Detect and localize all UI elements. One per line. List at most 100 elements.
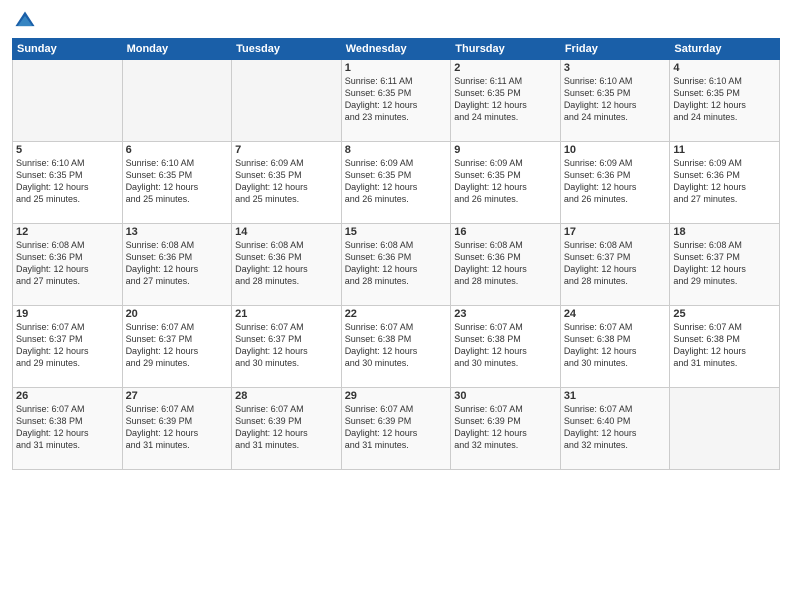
day-info: Sunrise: 6:09 AMSunset: 6:36 PMDaylight:… <box>673 157 776 206</box>
day-cell: 29Sunrise: 6:07 AMSunset: 6:39 PMDayligh… <box>341 388 451 470</box>
week-row-4: 19Sunrise: 6:07 AMSunset: 6:37 PMDayligh… <box>13 306 780 388</box>
day-cell: 26Sunrise: 6:07 AMSunset: 6:38 PMDayligh… <box>13 388 123 470</box>
day-cell: 31Sunrise: 6:07 AMSunset: 6:40 PMDayligh… <box>560 388 670 470</box>
day-number: 10 <box>564 144 667 156</box>
logo-icon <box>14 10 36 32</box>
day-number: 14 <box>235 226 338 238</box>
day-number: 17 <box>564 226 667 238</box>
day-cell: 24Sunrise: 6:07 AMSunset: 6:38 PMDayligh… <box>560 306 670 388</box>
day-cell: 25Sunrise: 6:07 AMSunset: 6:38 PMDayligh… <box>670 306 780 388</box>
day-cell: 19Sunrise: 6:07 AMSunset: 6:37 PMDayligh… <box>13 306 123 388</box>
day-info: Sunrise: 6:09 AMSunset: 6:35 PMDaylight:… <box>454 157 557 206</box>
day-cell: 8Sunrise: 6:09 AMSunset: 6:35 PMDaylight… <box>341 142 451 224</box>
calendar-table: SundayMondayTuesdayWednesdayThursdayFrid… <box>12 38 780 470</box>
week-row-2: 5Sunrise: 6:10 AMSunset: 6:35 PMDaylight… <box>13 142 780 224</box>
day-number: 22 <box>345 308 448 320</box>
day-header-saturday: Saturday <box>670 39 780 60</box>
calendar-page: SundayMondayTuesdayWednesdayThursdayFrid… <box>0 0 792 612</box>
day-cell: 28Sunrise: 6:07 AMSunset: 6:39 PMDayligh… <box>232 388 342 470</box>
day-info: Sunrise: 6:08 AMSunset: 6:36 PMDaylight:… <box>126 239 229 288</box>
calendar-header-row: SundayMondayTuesdayWednesdayThursdayFrid… <box>13 39 780 60</box>
day-number: 20 <box>126 308 229 320</box>
day-info: Sunrise: 6:07 AMSunset: 6:39 PMDaylight:… <box>454 403 557 452</box>
day-info: Sunrise: 6:08 AMSunset: 6:36 PMDaylight:… <box>16 239 119 288</box>
day-info: Sunrise: 6:07 AMSunset: 6:39 PMDaylight:… <box>126 403 229 452</box>
day-cell: 9Sunrise: 6:09 AMSunset: 6:35 PMDaylight… <box>451 142 561 224</box>
day-cell: 15Sunrise: 6:08 AMSunset: 6:36 PMDayligh… <box>341 224 451 306</box>
day-number: 19 <box>16 308 119 320</box>
day-info: Sunrise: 6:07 AMSunset: 6:40 PMDaylight:… <box>564 403 667 452</box>
day-number: 4 <box>673 62 776 74</box>
day-number: 31 <box>564 390 667 402</box>
day-number: 15 <box>345 226 448 238</box>
day-info: Sunrise: 6:08 AMSunset: 6:36 PMDaylight:… <box>454 239 557 288</box>
day-info: Sunrise: 6:08 AMSunset: 6:36 PMDaylight:… <box>345 239 448 288</box>
day-info: Sunrise: 6:08 AMSunset: 6:37 PMDaylight:… <box>564 239 667 288</box>
day-header-tuesday: Tuesday <box>232 39 342 60</box>
day-cell: 4Sunrise: 6:10 AMSunset: 6:35 PMDaylight… <box>670 60 780 142</box>
day-header-sunday: Sunday <box>13 39 123 60</box>
day-info: Sunrise: 6:07 AMSunset: 6:39 PMDaylight:… <box>345 403 448 452</box>
day-info: Sunrise: 6:07 AMSunset: 6:38 PMDaylight:… <box>564 321 667 370</box>
week-row-1: 1Sunrise: 6:11 AMSunset: 6:35 PMDaylight… <box>13 60 780 142</box>
day-number: 25 <box>673 308 776 320</box>
day-number: 8 <box>345 144 448 156</box>
day-number: 9 <box>454 144 557 156</box>
day-number: 1 <box>345 62 448 74</box>
day-number: 13 <box>126 226 229 238</box>
header <box>12 10 780 32</box>
day-number: 30 <box>454 390 557 402</box>
day-cell: 18Sunrise: 6:08 AMSunset: 6:37 PMDayligh… <box>670 224 780 306</box>
day-info: Sunrise: 6:10 AMSunset: 6:35 PMDaylight:… <box>16 157 119 206</box>
day-cell: 13Sunrise: 6:08 AMSunset: 6:36 PMDayligh… <box>122 224 232 306</box>
day-info: Sunrise: 6:07 AMSunset: 6:38 PMDaylight:… <box>345 321 448 370</box>
day-number: 11 <box>673 144 776 156</box>
week-row-5: 26Sunrise: 6:07 AMSunset: 6:38 PMDayligh… <box>13 388 780 470</box>
day-cell: 7Sunrise: 6:09 AMSunset: 6:35 PMDaylight… <box>232 142 342 224</box>
day-cell: 17Sunrise: 6:08 AMSunset: 6:37 PMDayligh… <box>560 224 670 306</box>
day-info: Sunrise: 6:11 AMSunset: 6:35 PMDaylight:… <box>454 75 557 124</box>
day-cell: 12Sunrise: 6:08 AMSunset: 6:36 PMDayligh… <box>13 224 123 306</box>
day-info: Sunrise: 6:09 AMSunset: 6:36 PMDaylight:… <box>564 157 667 206</box>
day-number: 16 <box>454 226 557 238</box>
day-info: Sunrise: 6:07 AMSunset: 6:37 PMDaylight:… <box>16 321 119 370</box>
day-number: 12 <box>16 226 119 238</box>
day-header-monday: Monday <box>122 39 232 60</box>
day-info: Sunrise: 6:08 AMSunset: 6:37 PMDaylight:… <box>673 239 776 288</box>
day-cell <box>232 60 342 142</box>
day-cell: 10Sunrise: 6:09 AMSunset: 6:36 PMDayligh… <box>560 142 670 224</box>
week-row-3: 12Sunrise: 6:08 AMSunset: 6:36 PMDayligh… <box>13 224 780 306</box>
day-number: 27 <box>126 390 229 402</box>
day-cell: 27Sunrise: 6:07 AMSunset: 6:39 PMDayligh… <box>122 388 232 470</box>
day-cell <box>122 60 232 142</box>
day-cell: 5Sunrise: 6:10 AMSunset: 6:35 PMDaylight… <box>13 142 123 224</box>
day-info: Sunrise: 6:11 AMSunset: 6:35 PMDaylight:… <box>345 75 448 124</box>
day-info: Sunrise: 6:07 AMSunset: 6:38 PMDaylight:… <box>673 321 776 370</box>
day-number: 7 <box>235 144 338 156</box>
day-number: 18 <box>673 226 776 238</box>
day-cell: 6Sunrise: 6:10 AMSunset: 6:35 PMDaylight… <box>122 142 232 224</box>
day-info: Sunrise: 6:10 AMSunset: 6:35 PMDaylight:… <box>564 75 667 124</box>
day-cell: 14Sunrise: 6:08 AMSunset: 6:36 PMDayligh… <box>232 224 342 306</box>
day-number: 3 <box>564 62 667 74</box>
day-cell: 30Sunrise: 6:07 AMSunset: 6:39 PMDayligh… <box>451 388 561 470</box>
day-header-thursday: Thursday <box>451 39 561 60</box>
day-info: Sunrise: 6:07 AMSunset: 6:38 PMDaylight:… <box>454 321 557 370</box>
day-cell: 23Sunrise: 6:07 AMSunset: 6:38 PMDayligh… <box>451 306 561 388</box>
day-info: Sunrise: 6:10 AMSunset: 6:35 PMDaylight:… <box>126 157 229 206</box>
day-number: 5 <box>16 144 119 156</box>
day-number: 26 <box>16 390 119 402</box>
day-number: 28 <box>235 390 338 402</box>
day-info: Sunrise: 6:07 AMSunset: 6:39 PMDaylight:… <box>235 403 338 452</box>
day-info: Sunrise: 6:09 AMSunset: 6:35 PMDaylight:… <box>235 157 338 206</box>
day-cell: 16Sunrise: 6:08 AMSunset: 6:36 PMDayligh… <box>451 224 561 306</box>
logo <box>12 10 36 32</box>
day-cell: 20Sunrise: 6:07 AMSunset: 6:37 PMDayligh… <box>122 306 232 388</box>
day-info: Sunrise: 6:08 AMSunset: 6:36 PMDaylight:… <box>235 239 338 288</box>
day-number: 21 <box>235 308 338 320</box>
day-number: 23 <box>454 308 557 320</box>
day-cell: 22Sunrise: 6:07 AMSunset: 6:38 PMDayligh… <box>341 306 451 388</box>
day-header-wednesday: Wednesday <box>341 39 451 60</box>
day-number: 2 <box>454 62 557 74</box>
day-cell: 11Sunrise: 6:09 AMSunset: 6:36 PMDayligh… <box>670 142 780 224</box>
